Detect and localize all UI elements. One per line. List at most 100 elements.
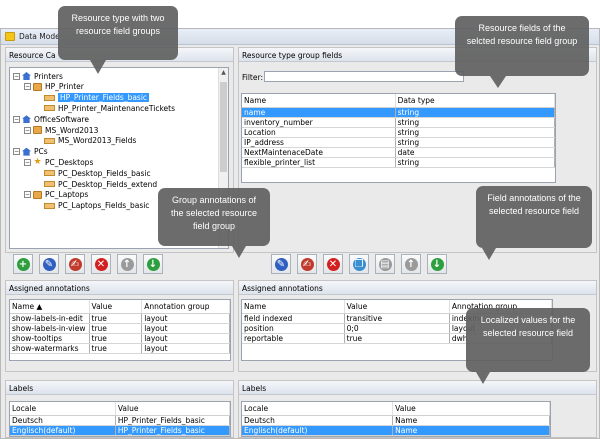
table-row[interactable]: Polnisch <box>242 435 550 436</box>
collapse-icon[interactable]: − <box>13 72 20 80</box>
table-row[interactable]: inventory_number string <box>242 117 555 128</box>
table-cell: show-tooltips <box>10 333 90 344</box>
annotation-icon: ✍ <box>300 257 314 271</box>
tree-item[interactable]: − PCs <box>13 147 48 157</box>
tree-item[interactable]: PC_Laptops_Fields_basic <box>35 201 149 211</box>
tree-item[interactable]: PC_Desktop_Fields_basic <box>35 168 151 178</box>
collapse-icon[interactable]: − <box>24 126 31 134</box>
node-icon <box>33 190 42 199</box>
move-down-button[interactable]: ↓ <box>427 254 447 274</box>
table-row[interactable]: show-tooltips true layout <box>10 333 230 344</box>
callout-text: Localized values for the selected resour… <box>480 315 576 338</box>
header-row: Locale Value <box>10 402 230 416</box>
table-cell: layout <box>141 333 230 344</box>
add-button[interactable]: + <box>13 254 33 274</box>
table-row[interactable]: name string <box>242 107 555 118</box>
table-cell: Polnisch <box>10 435 116 436</box>
filter-input[interactable] <box>264 71 464 82</box>
table-row[interactable]: Location string <box>242 127 555 138</box>
panel-header: Assigned annotations <box>239 281 596 295</box>
column-header[interactable]: Name <box>242 300 345 314</box>
column-header[interactable]: Value <box>89 300 143 314</box>
table-row[interactable]: Englisch(default) Name <box>242 425 550 436</box>
folder-icon <box>5 32 15 41</box>
collapse-icon[interactable]: − <box>13 148 20 156</box>
table-cell: Location <box>242 127 396 138</box>
tree-item[interactable]: MS_Word2013_Fields <box>35 136 136 146</box>
table-row[interactable]: IP_address string <box>242 137 555 148</box>
edit-button[interactable]: ✎ <box>39 254 59 274</box>
table-cell: Deutsch <box>10 415 116 426</box>
tree-item[interactable]: PC_Desktop_Fields_extend <box>35 179 157 189</box>
table-row[interactable]: Polnisch <box>10 435 230 436</box>
paste-button[interactable]: ▤ <box>375 254 395 274</box>
tree-item[interactable]: − MS_Word2013 <box>24 125 98 135</box>
move-down-button[interactable]: ↓ <box>143 254 163 274</box>
move-up-button[interactable]: ↑ <box>117 254 137 274</box>
column-header[interactable]: Value <box>344 300 450 314</box>
column-header[interactable]: Locale <box>10 402 116 416</box>
header-row: Name ▲ Value Annotation group <box>10 300 230 314</box>
table-cell: 0;0 <box>344 323 450 334</box>
edit-annotations-button[interactable]: ✍ <box>297 254 317 274</box>
delete-button[interactable]: ✕ <box>91 254 111 274</box>
table-cell: true <box>89 343 143 354</box>
tree-item[interactable]: − PC_Laptops <box>24 190 88 200</box>
tree-item-label: PC_Desktop_Fields_extend <box>58 179 158 189</box>
table-row[interactable]: show-labels-in-view true layout <box>10 323 230 334</box>
edit-annotations-button[interactable]: ✍ <box>65 254 85 274</box>
callout-tail <box>90 60 106 74</box>
table-cell: Englisch(default) <box>10 425 116 436</box>
column-header[interactable]: Locale <box>242 402 394 416</box>
column-header[interactable]: Value <box>392 402 550 416</box>
column-header[interactable]: Annotation group <box>141 300 230 314</box>
column-header[interactable]: Data type <box>395 94 555 108</box>
table-cell: HP_Printer_Fields_basic <box>115 425 230 436</box>
node-icon <box>33 82 42 91</box>
tree-item[interactable]: − HP_Printer <box>24 82 84 92</box>
table-row[interactable]: show-watermarks true layout <box>10 343 230 354</box>
table-cell: string <box>395 107 555 118</box>
table-row[interactable]: flexible_printer_list string <box>242 157 555 168</box>
callout-text: Resource type with two resource field gr… <box>71 13 165 36</box>
column-header[interactable]: Name <box>242 94 396 108</box>
collapse-icon[interactable]: − <box>24 191 31 199</box>
table-row[interactable]: show-labels-in-edit true layout <box>10 313 230 324</box>
fields-grid[interactable]: Name Data type name string inventory_number s… <box>241 93 556 183</box>
collapse-icon[interactable]: − <box>24 158 31 166</box>
table-cell: string <box>395 127 555 138</box>
group-labels-grid[interactable]: Locale Value Deutsch HP_Printer_Fields_basi… <box>9 401 231 437</box>
collapse-icon[interactable]: − <box>24 83 31 91</box>
field-group-icon <box>44 94 55 101</box>
tree-item[interactable]: − Printers <box>13 71 63 81</box>
tree-item[interactable]: − OfficeSoftware <box>13 114 89 124</box>
table-cell: date <box>395 147 555 158</box>
field-labels-grid[interactable]: Locale Value Deutsch Name Englisch(default) N… <box>241 401 551 437</box>
table-row[interactable]: Deutsch Name <box>242 415 550 426</box>
group-annotations-grid[interactable]: Name ▲ Value Annotation group show-labels-i… <box>9 299 231 361</box>
tree-item-label: HP_Printer_Fields_basic <box>58 93 150 103</box>
edit-field-button[interactable]: ✎ <box>271 254 291 274</box>
copy-button[interactable]: ❐ <box>349 254 369 274</box>
table-cell <box>115 435 230 436</box>
annotation-icon: ✍ <box>68 257 82 271</box>
edit-icon: ✎ <box>42 257 56 271</box>
tree-item-label: PC_Desktops <box>45 157 94 167</box>
scroll-up-icon[interactable]: ▲ <box>220 69 227 78</box>
column-header[interactable]: Value <box>115 402 230 416</box>
tree-item[interactable]: HP_Printer_MaintenanceTickets <box>35 103 175 113</box>
table-cell: show-labels-in-view <box>10 323 90 334</box>
column-header[interactable]: Name ▲ <box>10 300 90 314</box>
tree-item[interactable]: − ★ PC_Desktops <box>24 157 93 167</box>
table-row[interactable]: NextMaintenaceDate date <box>242 147 555 158</box>
move-up-button[interactable]: ↑ <box>401 254 421 274</box>
tree-item[interactable]: HP_Printer_Fields_basic <box>35 93 150 103</box>
arrow-up-icon: ↑ <box>404 257 418 271</box>
table-row[interactable]: Deutsch HP_Printer_Fields_basic <box>10 415 230 426</box>
collapse-icon[interactable]: − <box>13 115 20 123</box>
table-cell: Name <box>392 415 550 426</box>
delete-icon: ✕ <box>94 257 108 271</box>
scroll-thumb[interactable] <box>220 82 227 172</box>
table-row[interactable]: Englisch(default) HP_Printer_Fields_basic <box>10 425 230 436</box>
remove-field-button[interactable]: ✕ <box>323 254 343 274</box>
